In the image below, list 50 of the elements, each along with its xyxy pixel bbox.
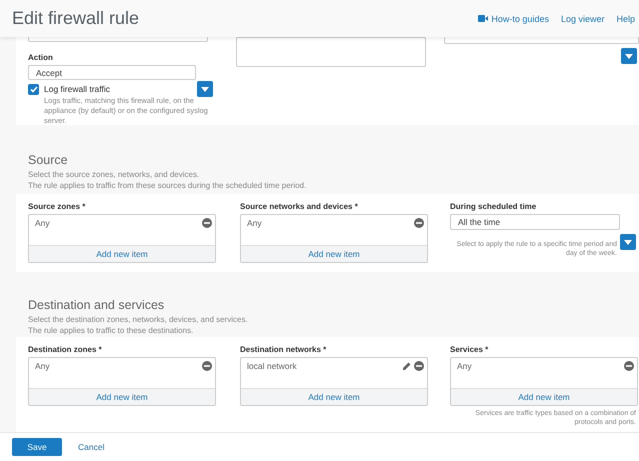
list-item[interactable]: Any (35, 218, 200, 228)
add-item-button[interactable]: Add new item (29, 246, 215, 262)
caret-icon (625, 54, 633, 58)
field-label: Destination zones * (28, 345, 103, 354)
remove-icon[interactable] (624, 360, 634, 370)
checkbox-label: Log firewall traffic (44, 84, 110, 94)
section-description: Select the destination zones, networks, devices, and services. (28, 314, 249, 325)
text-field[interactable] (28, 37, 208, 42)
cancel-link[interactable]: Cancel (76, 438, 106, 456)
field-label: Services * (450, 345, 490, 354)
section-description: Select the source zones, networks, and devices. (28, 169, 200, 180)
video-camera-icon (478, 15, 488, 22)
add-item-button[interactable]: Add new item (29, 389, 215, 405)
header-link[interactable]: How-to guides (478, 14, 549, 24)
section-title: Source (28, 153, 69, 167)
description-field[interactable] (236, 37, 426, 67)
section-title: Destination and services (28, 298, 166, 312)
page-title: Edit firewall rule (12, 8, 140, 29)
dropdown-button[interactable] (621, 48, 637, 64)
field-label: Source networks and devices * (240, 202, 359, 211)
list-item[interactable]: Any (247, 218, 412, 228)
remove-icon[interactable] (202, 360, 212, 370)
field-label: During scheduled time (450, 202, 538, 211)
action-select[interactable]: Accept (28, 65, 196, 80)
add-item-button[interactable]: Add new item (451, 389, 637, 405)
caret-icon (624, 240, 632, 244)
list-item[interactable]: Any (457, 360, 622, 370)
checkmark-icon (30, 86, 38, 93)
caret-icon (201, 86, 209, 92)
header-link[interactable]: Log viewer (560, 14, 604, 24)
header-link[interactable]: Help (616, 14, 635, 24)
remove-icon[interactable] (414, 360, 424, 370)
list-item[interactable]: local network (247, 360, 400, 370)
save-button[interactable]: Save (12, 438, 62, 456)
field-label: Source zones * (28, 202, 86, 211)
remove-icon[interactable] (414, 218, 424, 228)
add-item-button[interactable]: Add new item (241, 389, 427, 405)
text-field[interactable] (444, 37, 639, 44)
section-description: The rule applies to traffic to these destinations. (28, 325, 194, 336)
add-item-button[interactable]: Add new item (241, 246, 427, 262)
dropdown-button[interactable] (620, 234, 636, 250)
list-item[interactable]: Any (35, 360, 200, 370)
schedule-select[interactable]: All the time (450, 214, 620, 230)
checkbox[interactable] (28, 84, 39, 95)
field-label: Action (28, 53, 54, 62)
field-label: Destination networks * (240, 345, 328, 354)
pencil-icon[interactable] (402, 360, 412, 370)
section-description: The rule applies to traffic from these sources during the scheduled time period. (28, 180, 308, 191)
remove-icon[interactable] (202, 218, 212, 228)
dropdown-button[interactable] (197, 81, 213, 97)
